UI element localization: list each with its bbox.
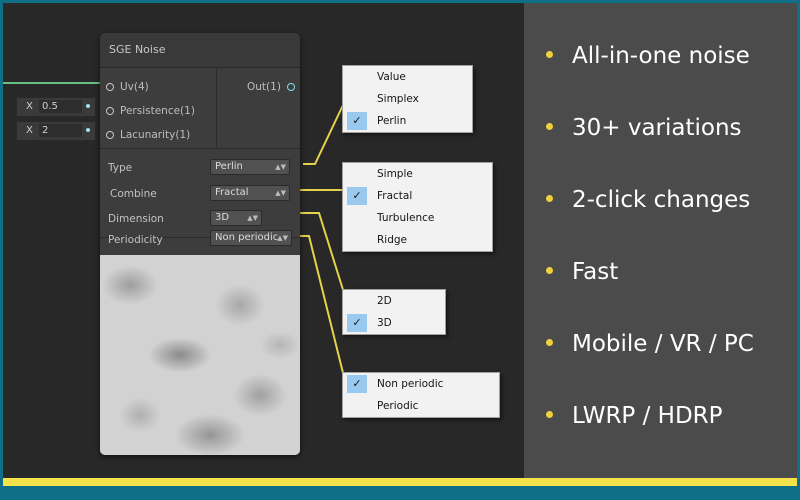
type-wire: [303, 102, 345, 165]
port-uv-label: Uv(4): [120, 81, 149, 93]
port-persistence-circle-icon[interactable]: [106, 107, 114, 115]
combine-dropdown-value: Fractal: [215, 187, 249, 198]
menu-item-label: Simplex: [377, 93, 419, 105]
port-persistence-label: Persistence(1): [120, 105, 195, 117]
feature-text: 2-click changes: [572, 187, 751, 213]
port-persistence[interactable]: Persistence(1): [106, 105, 195, 117]
checkmark-icon: ✓: [347, 375, 367, 393]
noise-preview: [100, 255, 300, 455]
menu-item-label: Turbulence: [377, 212, 435, 224]
menu-item-label: Simple: [377, 168, 413, 180]
menu-item-simple[interactable]: Simple: [343, 163, 492, 185]
menu-item-3d[interactable]: ✓ 3D: [343, 312, 445, 334]
combine-label: Combine: [110, 188, 157, 200]
periodicity-options-menu: ✓ Non periodic Periodic: [342, 372, 500, 418]
feature-text: All-in-one noise: [572, 43, 750, 69]
bullet-dot-icon: [546, 51, 553, 58]
menu-item-turbulence[interactable]: Turbulence: [343, 207, 492, 229]
updown-arrows-icon: ▲▼: [275, 189, 286, 197]
node-graph-canvas[interactable]: X 0.5 X 2 SGE Noise Uv(4) Persistence(1)…: [3, 3, 524, 478]
dimension-label: Dimension: [108, 213, 164, 225]
port-uv-circle-icon[interactable]: [106, 83, 114, 91]
menu-item-label: Fractal: [377, 190, 413, 202]
feature-item: 2-click changes: [546, 187, 750, 213]
menu-item-value[interactable]: Value: [343, 66, 472, 88]
port-lacunarity-label: Lacunarity(1): [120, 129, 191, 141]
combine-options-menu: Simple ✓ Fractal Turbulence Ridge: [342, 162, 493, 252]
periodicity-dropdown[interactable]: Non periodic ▲▼: [210, 230, 292, 246]
bullet-dot-icon: [546, 195, 553, 202]
feature-item: Mobile / VR / PC: [546, 331, 754, 357]
feature-text: Mobile / VR / PC: [572, 331, 754, 357]
updown-arrows-icon: ▲▼: [277, 234, 288, 242]
feature-text: Fast: [572, 259, 619, 285]
bullet-dot-icon: [546, 411, 553, 418]
bullet-dot-icon: [546, 267, 553, 274]
checkmark-icon: ✓: [347, 314, 367, 332]
menu-item-periodic[interactable]: Periodic: [343, 395, 499, 417]
menu-item-label: Ridge: [377, 234, 408, 246]
feature-item: 30+ variations: [546, 115, 742, 141]
updown-arrows-icon: ▲▼: [247, 214, 258, 222]
lacunarity-axis-label: X: [26, 125, 33, 136]
node-ports: Uv(4) Persistence(1) Lacunarity(1) Out(1…: [100, 68, 300, 149]
dimension-dropdown[interactable]: 3D ▲▼: [210, 210, 262, 226]
port-out[interactable]: Out(1): [247, 81, 295, 93]
type-dropdown-value: Perlin: [215, 161, 243, 172]
type-options-menu: Value Simplex ✓ Perlin: [342, 65, 473, 133]
persistence-axis-label: X: [26, 101, 33, 112]
checkmark-icon: ✓: [347, 187, 367, 205]
lacunarity-field[interactable]: X 2: [16, 121, 96, 141]
menu-item-label: Periodic: [377, 400, 419, 412]
periodicity-label: Periodicity: [108, 234, 163, 246]
port-lacunarity-circle-icon[interactable]: [106, 131, 114, 139]
feature-panel: All-in-one noise 30+ variations 2-click …: [524, 3, 797, 478]
bullet-dot-icon: [546, 123, 553, 130]
ports-divider: [216, 68, 217, 148]
lacunarity-connector-dot: [86, 128, 90, 132]
type-dropdown[interactable]: Perlin ▲▼: [210, 159, 290, 175]
menu-item-2d[interactable]: 2D: [343, 290, 445, 312]
menu-item-label: Perlin: [377, 115, 407, 127]
feature-text: LWRP / HDRP: [572, 403, 723, 429]
feature-item: All-in-one noise: [546, 43, 750, 69]
menu-item-fractal[interactable]: ✓ Fractal: [343, 185, 492, 207]
combine-dropdown[interactable]: Fractal ▲▼: [210, 185, 290, 201]
lacunarity-value[interactable]: 2: [39, 124, 82, 137]
bottom-accent-stripe: [3, 478, 797, 486]
menu-item-label: Value: [377, 71, 406, 83]
dimension-options-menu: 2D ✓ 3D: [342, 289, 446, 335]
feature-item: LWRP / HDRP: [546, 403, 723, 429]
checkmark-icon: ✓: [347, 112, 367, 130]
persistence-field[interactable]: X 0.5: [16, 97, 96, 117]
menu-item-simplex[interactable]: Simplex: [343, 88, 472, 110]
sge-noise-node[interactable]: SGE Noise Uv(4) Persistence(1) Lacunarit…: [100, 33, 300, 455]
updown-arrows-icon: ▲▼: [275, 163, 286, 171]
type-label: Type: [108, 162, 133, 174]
port-lacunarity[interactable]: Lacunarity(1): [106, 129, 190, 141]
menu-item-non-periodic[interactable]: ✓ Non periodic: [343, 373, 499, 395]
dimension-dropdown-value: 3D: [215, 212, 230, 223]
menu-item-label: 2D: [377, 295, 392, 307]
persistence-connector-dot: [86, 104, 90, 108]
port-out-circle-icon[interactable]: [286, 83, 295, 91]
menu-item-label: Non periodic: [377, 378, 444, 390]
feature-item: Fast: [546, 259, 618, 285]
node-title[interactable]: SGE Noise: [100, 33, 300, 68]
bottom-frame-bar: [0, 486, 800, 500]
periodicity-dropdown-value: Non periodic: [215, 232, 279, 243]
port-out-label: Out(1): [247, 81, 281, 93]
node-properties: Type Perlin ▲▼ Combine Fractal ▲▼ Dimens…: [100, 149, 300, 238]
feature-text: 30+ variations: [572, 115, 742, 141]
port-uv[interactable]: Uv(4): [106, 81, 149, 93]
menu-item-ridge[interactable]: Ridge: [343, 229, 492, 251]
menu-item-perlin[interactable]: ✓ Perlin: [343, 110, 472, 132]
menu-item-label: 3D: [377, 317, 392, 329]
persistence-value[interactable]: 0.5: [39, 100, 82, 113]
bullet-dot-icon: [546, 339, 553, 346]
